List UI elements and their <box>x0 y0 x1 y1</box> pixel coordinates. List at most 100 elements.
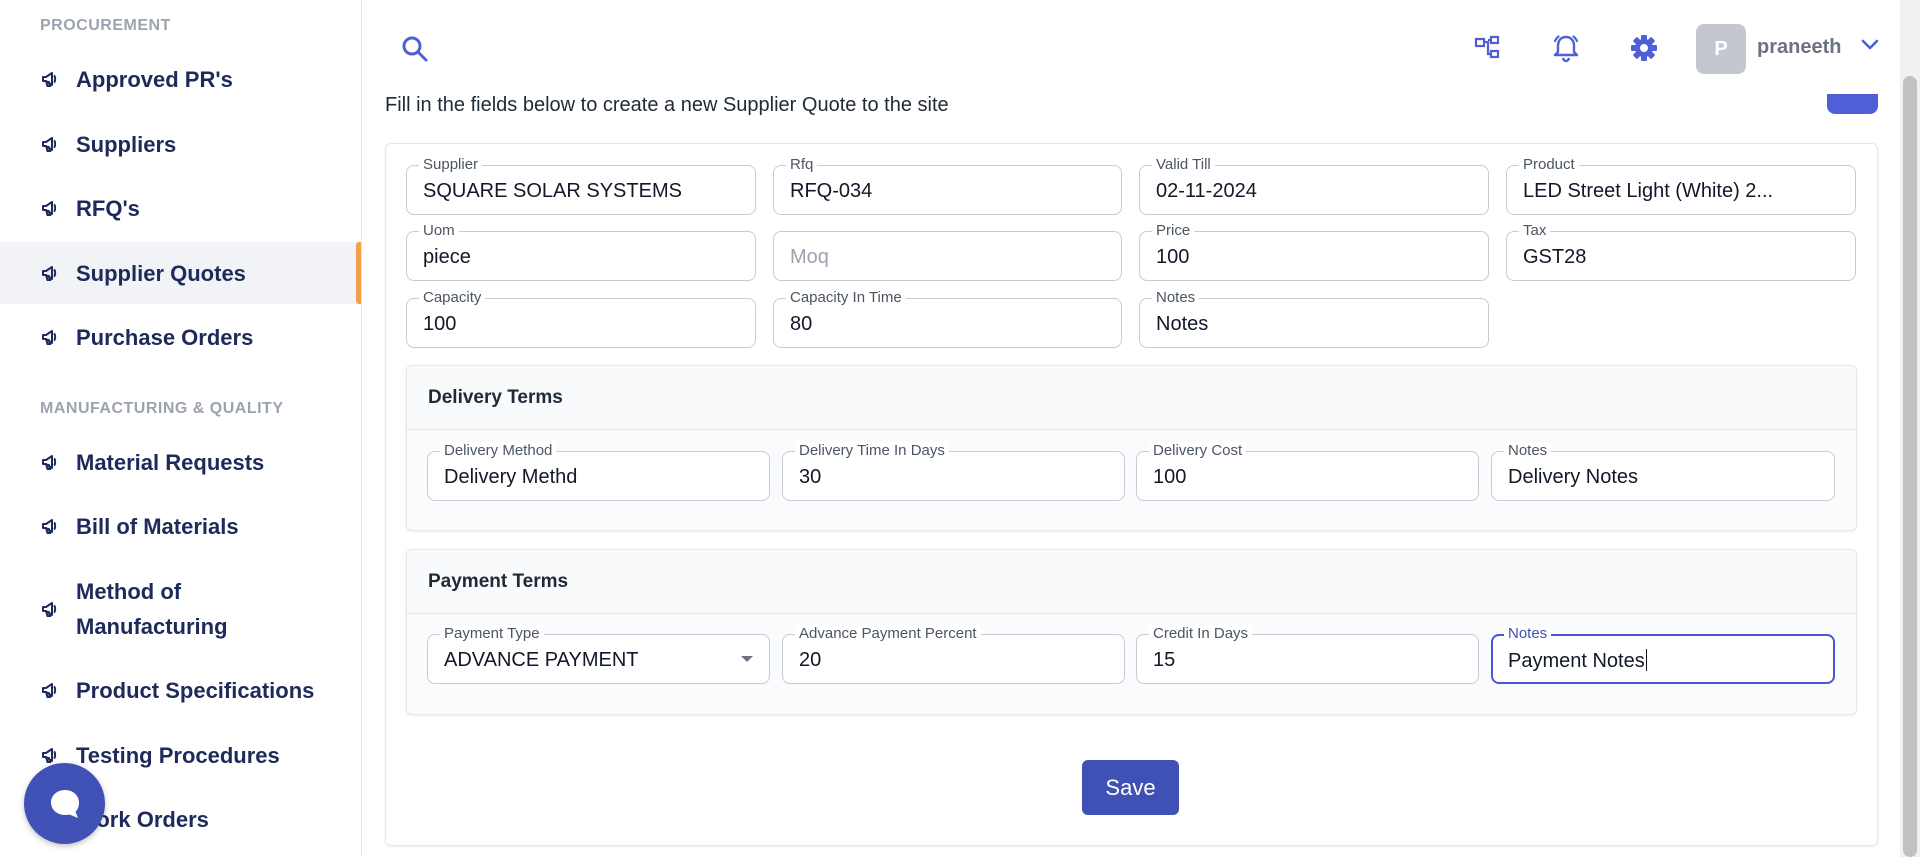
field-value: LED Street Light (White) 2... <box>1523 180 1774 202</box>
advance-payment-percent-field[interactable]: Advance Payment Percent 20 <box>782 625 1125 684</box>
sidebar-item-label: Purchase Orders <box>76 324 254 350</box>
page-scrollbar[interactable] <box>1900 0 1920 857</box>
field-label: Credit In Days <box>1149 625 1253 643</box>
delivery-notes-field[interactable]: Notes Delivery Notes <box>1491 442 1835 501</box>
field-label: Delivery Cost <box>1149 442 1247 460</box>
field-label: Payment Type <box>440 625 544 643</box>
price-field[interactable]: Price 100 <box>1139 222 1489 281</box>
field-label: Product <box>1519 156 1579 174</box>
delivery-terms-panel: Delivery Terms <box>406 365 1857 531</box>
supplier-field[interactable]: Supplier SQUARE SOLAR SYSTEMS <box>406 156 756 215</box>
section-title-procurement: PROCUREMENT <box>40 17 171 34</box>
megaphone-icon <box>42 137 57 152</box>
sidebar-item-label: Supplier Quotes <box>76 260 246 286</box>
field-value: Delivery Methd <box>444 466 578 488</box>
megaphone-icon <box>42 683 57 698</box>
field-value: Payment Notes <box>1508 650 1645 672</box>
field-value: 100 <box>423 313 457 335</box>
notes-field[interactable]: Notes Notes <box>1139 289 1489 348</box>
field-label: Notes <box>1504 442 1552 460</box>
payment-terms-panel: Payment Terms <box>406 549 1857 715</box>
field-label: Advance Payment Percent <box>795 625 981 643</box>
megaphone-icon <box>42 519 57 534</box>
field-value-wrap: Payment Notes <box>1508 649 1817 673</box>
field-label: Capacity In Time <box>786 289 906 307</box>
tax-field[interactable]: Tax GST28 <box>1506 222 1856 281</box>
payment-terms-title: Payment Terms <box>407 550 1856 614</box>
avatar[interactable]: P <box>1696 24 1746 74</box>
valid-till-field[interactable]: Valid Till 02-11-2024 <box>1139 156 1489 215</box>
save-button[interactable]: Save <box>1082 760 1179 815</box>
delivery-cost-field[interactable]: Delivery Cost 100 <box>1136 442 1479 501</box>
sidebar-item-purchase-orders[interactable]: Purchase Orders <box>0 306 361 368</box>
header-action-button[interactable] <box>1827 94 1878 114</box>
field-value: ADVANCE PAYMENT <box>444 649 639 671</box>
field-label: Delivery Time In Days <box>795 442 949 460</box>
field-value: 100 <box>1153 466 1187 488</box>
field-label: Capacity <box>419 289 486 307</box>
bell-icon[interactable] <box>1551 32 1581 64</box>
sidebar-item-approved-prs[interactable]: Approved PR's <box>0 48 361 110</box>
sidebar-item-label: Approved PR's <box>76 66 233 92</box>
field-label: Price <box>1152 222 1195 240</box>
sidebar-item-label: RFQ's <box>76 195 140 221</box>
megaphone-icon <box>42 266 57 281</box>
section-title-manufacturing: MANUFACTURING & QUALITY <box>40 400 284 417</box>
capacity-in-time-field[interactable]: Capacity In Time 80 <box>773 289 1122 348</box>
field-value: Notes <box>1156 313 1209 335</box>
search-icon[interactable] <box>400 34 430 64</box>
field-value: 100 <box>1156 246 1190 268</box>
sidebar-item-product-specifications[interactable]: Product Specifications <box>0 659 361 721</box>
megaphone-icon <box>42 330 57 345</box>
field-label: Delivery Method <box>440 442 557 460</box>
username-label[interactable]: praneeth <box>1757 36 1841 59</box>
field-label: Tax <box>1519 222 1551 240</box>
payment-type-select[interactable]: Payment Type ADVANCE PAYMENT <box>427 625 770 684</box>
top-bar: P praneeth <box>363 0 1900 96</box>
field-value: RFQ-034 <box>790 180 873 202</box>
sidebar-item-label: Product Specifications <box>76 677 315 703</box>
sidebar-item-label: Bill of Materials <box>76 513 239 539</box>
field-value: 80 <box>790 313 813 335</box>
page-intro-text: Fill in the fields below to create a new… <box>385 94 949 116</box>
megaphone-icon <box>42 72 57 87</box>
field-label: Notes <box>1152 289 1200 307</box>
chat-launcher-button[interactable] <box>24 763 105 844</box>
sidebar-item-material-requests[interactable]: Material Requests <box>0 431 361 493</box>
megaphone-icon <box>42 201 57 216</box>
chevron-down-icon[interactable] <box>1860 38 1880 52</box>
gear-icon[interactable] <box>1629 32 1659 64</box>
sidebar-item-rfqs[interactable]: RFQ's <box>0 177 361 239</box>
field-value: 02-11-2024 <box>1156 180 1257 202</box>
credit-in-days-field[interactable]: Credit In Days 15 <box>1136 625 1479 684</box>
sidebar-item-suppliers[interactable]: Suppliers <box>0 113 361 175</box>
delivery-method-field[interactable]: Delivery Method Delivery Methd <box>427 442 770 501</box>
rfq-field[interactable]: Rfq RFQ-034 <box>773 156 1122 215</box>
scrollbar-thumb[interactable] <box>1903 76 1917 857</box>
field-value: 30 <box>799 466 822 488</box>
payment-notes-field[interactable]: Notes Payment Notes <box>1491 625 1835 684</box>
field-value: GST28 <box>1523 246 1587 268</box>
field-value: SQUARE SOLAR SYSTEMS <box>423 180 682 202</box>
sidebar-item-supplier-quotes[interactable]: Supplier Quotes <box>0 242 361 304</box>
delivery-terms-title: Delivery Terms <box>407 366 1856 430</box>
field-label: Rfq <box>786 156 818 174</box>
dropdown-arrow-icon <box>741 656 753 662</box>
uom-field[interactable]: Uom piece <box>406 222 756 281</box>
capacity-field[interactable]: Capacity 100 <box>406 289 756 348</box>
delivery-time-field[interactable]: Delivery Time In Days 30 <box>782 442 1125 501</box>
hierarchy-icon[interactable] <box>1473 32 1503 64</box>
field-placeholder: Moq <box>790 246 829 268</box>
sidebar-item-bill-of-materials[interactable]: Bill of Materials <box>0 495 361 557</box>
field-value: piece <box>423 246 471 268</box>
sidebar-item-label: Material Requests <box>76 449 265 475</box>
product-field[interactable]: Product LED Street Light (White) 2... <box>1506 156 1856 215</box>
sidebar-item-label: Testing Procedures <box>76 742 280 768</box>
sidebar: PROCUREMENT Approved PR's Suppliers RFQ'… <box>0 0 362 857</box>
megaphone-icon <box>42 602 57 617</box>
sidebar-item-method-of-manufacturing[interactable]: Method of Manufacturing <box>0 566 361 652</box>
sidebar-item-label: Method of Manufacturing <box>76 579 228 639</box>
moq-field[interactable]: Moq <box>773 231 1122 281</box>
megaphone-icon <box>42 455 57 470</box>
field-value: 15 <box>1153 649 1176 671</box>
